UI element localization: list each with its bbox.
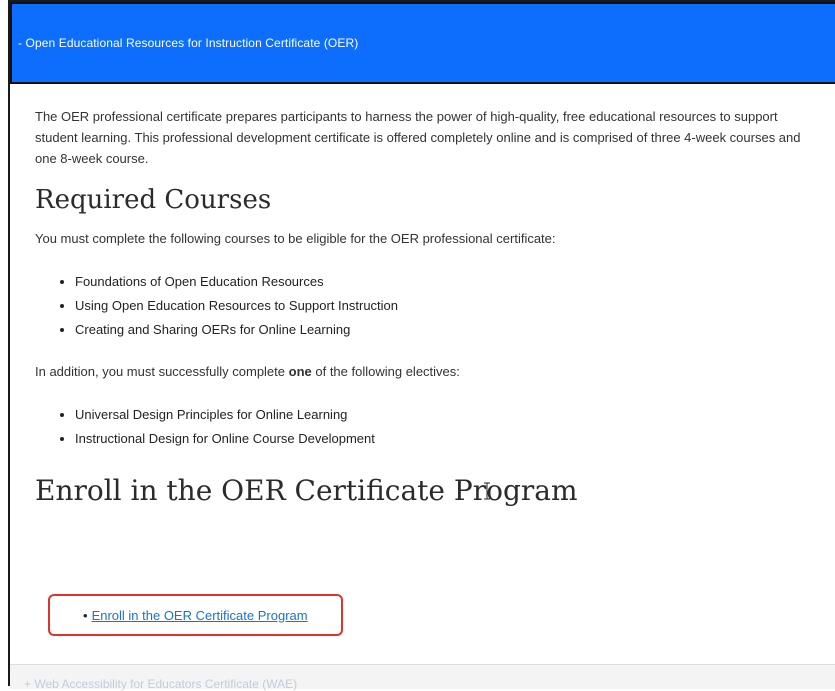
accordion-header-next[interactable]: + Web Accessibility for Educators Certif…	[10, 664, 835, 691]
required-description: You must complete the following courses …	[35, 231, 556, 246]
list-item: Instructional Design for Online Course D…	[75, 427, 815, 451]
accordion-header-oer[interactable]: - Open Educational Resources for Instruc…	[10, 2, 835, 84]
enroll-link[interactable]: Enroll in the OER Certificate Program	[92, 608, 308, 623]
accordion-header-label: - Open Educational Resources for Instruc…	[18, 36, 359, 50]
electives-text-before: In addition, you must successfully compl…	[35, 364, 289, 379]
enroll-list-item: • Enroll in the OER Certificate Program	[83, 608, 308, 623]
next-accordion-label: + Web Accessibility for Educators Certif…	[24, 677, 298, 691]
required-courses-heading: Required Courses	[35, 185, 272, 215]
enroll-heading: Enroll in the OER Certificate Program	[35, 474, 815, 507]
electives-text-after: of the following electives:	[311, 364, 460, 379]
text-cursor-icon	[484, 482, 490, 500]
electives-description: In addition, you must successfully compl…	[35, 364, 815, 379]
electives-emphasis: one	[288, 364, 312, 379]
enroll-heading-text: Enroll in the OER Certificate Program	[35, 474, 578, 507]
elective-course-list: Universal Design Principles for Online L…	[35, 403, 815, 451]
bullet-icon: •	[83, 608, 88, 623]
list-item: Using Open Education Resources to Suppor…	[75, 294, 815, 318]
intro-paragraph: The OER professional certificate prepare…	[35, 109, 801, 166]
list-item: Creating and Sharing OERs for Online Lea…	[75, 318, 815, 342]
required-course-list: Foundations of Open Education Resources …	[35, 270, 815, 342]
page-frame: - Open Educational Resources for Instruc…	[8, 0, 835, 691]
list-item: Universal Design Principles for Online L…	[75, 403, 815, 427]
accordion-content: The OER professional certificate prepare…	[35, 84, 815, 507]
list-item: Foundations of Open Education Resources	[75, 270, 815, 294]
